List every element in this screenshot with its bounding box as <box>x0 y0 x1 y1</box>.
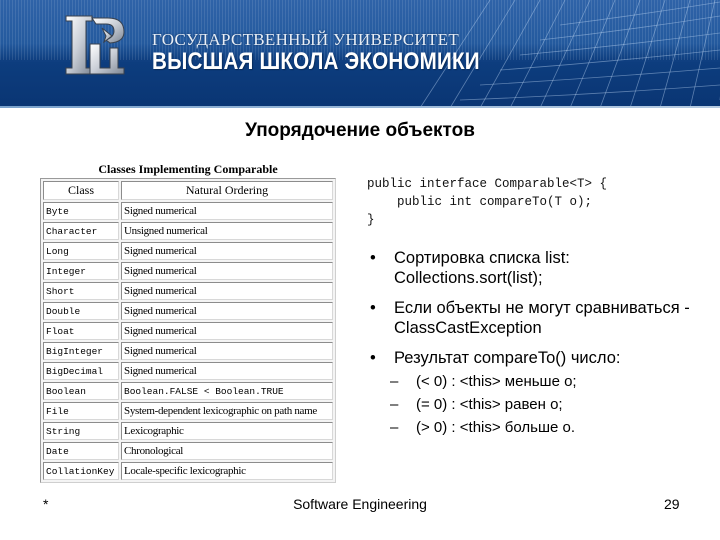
bullet-item: • Сортировка списка list: Collections.so… <box>370 248 700 288</box>
hse-logo-icon <box>65 15 125 75</box>
sub-bullet-text: (< 0) : <this> меньше o; <box>416 373 577 390</box>
class-cell: CollationKey <box>43 462 119 480</box>
table-row: File System-dependent lexicographic on pa… <box>43 402 333 420</box>
code-line: public interface Comparable<T> { <box>367 177 608 191</box>
table-header-row: Class Natural Ordering <box>43 181 333 200</box>
bullet-icon: • <box>370 299 376 317</box>
class-cell: String <box>43 422 119 440</box>
ordering-cell: Signed numerical <box>121 322 333 340</box>
column-header-class: Class <box>43 181 119 200</box>
ordering-cell: Locale-specific lexicographic <box>121 462 333 480</box>
class-cell: Date <box>43 442 119 460</box>
sub-bullet-text: (= 0) : <this> равен o; <box>416 396 563 413</box>
bullet-icon: • <box>370 249 376 267</box>
comparable-classes-table: Class Natural Ordering Byte Signed numeri… <box>40 178 336 483</box>
code-snippet: public interface Comparable<T> { public … <box>367 175 607 229</box>
slide-number: 29 <box>664 496 680 512</box>
university-name-line1: ГОСУДАРСТВЕННЫЙ УНИВЕРСИТЕТ <box>152 30 460 49</box>
footer-course-name: Software Engineering <box>293 496 427 512</box>
table-row: Short Signed numerical <box>43 282 333 300</box>
class-cell: Double <box>43 302 119 320</box>
university-name-line2: ВЫСШАЯ ШКОЛА ЭКОНОМИКИ <box>152 48 480 75</box>
table-row: String Lexicographic <box>43 422 333 440</box>
ordering-cell: Signed numerical <box>121 262 333 280</box>
class-cell: BigInteger <box>43 342 119 360</box>
bullet-list: • Сортировка списка list: Collections.so… <box>370 248 700 437</box>
ordering-cell: Signed numerical <box>121 282 333 300</box>
table-row: Double Signed numerical <box>43 302 333 320</box>
class-cell: BigDecimal <box>43 362 119 380</box>
ordering-cell: Signed numerical <box>121 242 333 260</box>
class-cell: Byte <box>43 202 119 220</box>
table-row: BigInteger Signed numerical <box>43 342 333 360</box>
class-cell: Short <box>43 282 119 300</box>
table-row: Float Signed numerical <box>43 322 333 340</box>
ordering-cell: Unsigned numerical <box>121 222 333 240</box>
bullet-text: Результат compareTo() число: <box>394 349 621 367</box>
class-cell: Float <box>43 322 119 340</box>
ordering-cell: Signed numerical <box>121 362 333 380</box>
table-row: CollationKey Locale-specific lexicographi… <box>43 462 333 480</box>
header-banner: ГОСУДАРСТВЕННЫЙ УНИВЕРСИТЕТ ВЫСШАЯ ШКОЛА… <box>0 0 720 108</box>
table-row: Boolean Boolean.FALSE < Boolean.TRUE <box>43 382 333 400</box>
bullet-item: • Если объекты не могут сравниваться - C… <box>370 298 700 338</box>
table-row: BigDecimal Signed numerical <box>43 362 333 380</box>
dash-icon: – <box>390 419 399 436</box>
ordering-cell: Boolean.FALSE < Boolean.TRUE <box>121 382 333 400</box>
table-row: Character Unsigned numerical <box>43 222 333 240</box>
class-cell: Boolean <box>43 382 119 400</box>
bullet-item: • Результат compareTo() число: <box>370 348 700 368</box>
table-row: Date Chronological <box>43 442 333 460</box>
ordering-cell: Chronological <box>121 442 333 460</box>
table-caption: Classes Implementing Comparable <box>98 162 278 176</box>
banner-bottom-line <box>0 106 720 108</box>
code-line: public int compareTo(T o); <box>367 195 593 209</box>
class-cell: Integer <box>43 262 119 280</box>
dash-icon: – <box>390 373 399 390</box>
sub-bullet-item: – (< 0) : <this> меньше o; <box>390 372 700 391</box>
table-row: Integer Signed numerical <box>43 262 333 280</box>
sub-bullet-text: (> 0) : <this> больше o. <box>416 419 576 436</box>
column-header-ordering: Natural Ordering <box>121 181 333 200</box>
class-cell: Long <box>43 242 119 260</box>
sub-bullet-item: – (> 0) : <this> больше o. <box>390 418 700 437</box>
ordering-cell: Signed numerical <box>121 202 333 220</box>
table-row: Long Signed numerical <box>43 242 333 260</box>
slide-title: Упорядочение объектов <box>245 120 475 141</box>
ordering-cell: Signed numerical <box>121 302 333 320</box>
bullet-icon: • <box>370 349 376 367</box>
bullet-text: Если объекты не могут сравниваться - Cla… <box>394 299 690 337</box>
dash-icon: – <box>390 396 399 413</box>
ordering-cell: Signed numerical <box>121 342 333 360</box>
sub-bullet-item: – (= 0) : <this> равен o; <box>390 395 700 414</box>
ordering-cell: System-dependent lexicographic on path n… <box>121 402 333 420</box>
code-line: } <box>367 213 375 227</box>
table-row: Byte Signed numerical <box>43 202 333 220</box>
class-cell: Character <box>43 222 119 240</box>
class-cell: File <box>43 402 119 420</box>
ordering-cell: Lexicographic <box>121 422 333 440</box>
sub-bullet-list: – (< 0) : <this> меньше o; – (= 0) : <th… <box>370 372 700 437</box>
bullet-text: Сортировка списка list: Collections.sort… <box>394 249 570 287</box>
